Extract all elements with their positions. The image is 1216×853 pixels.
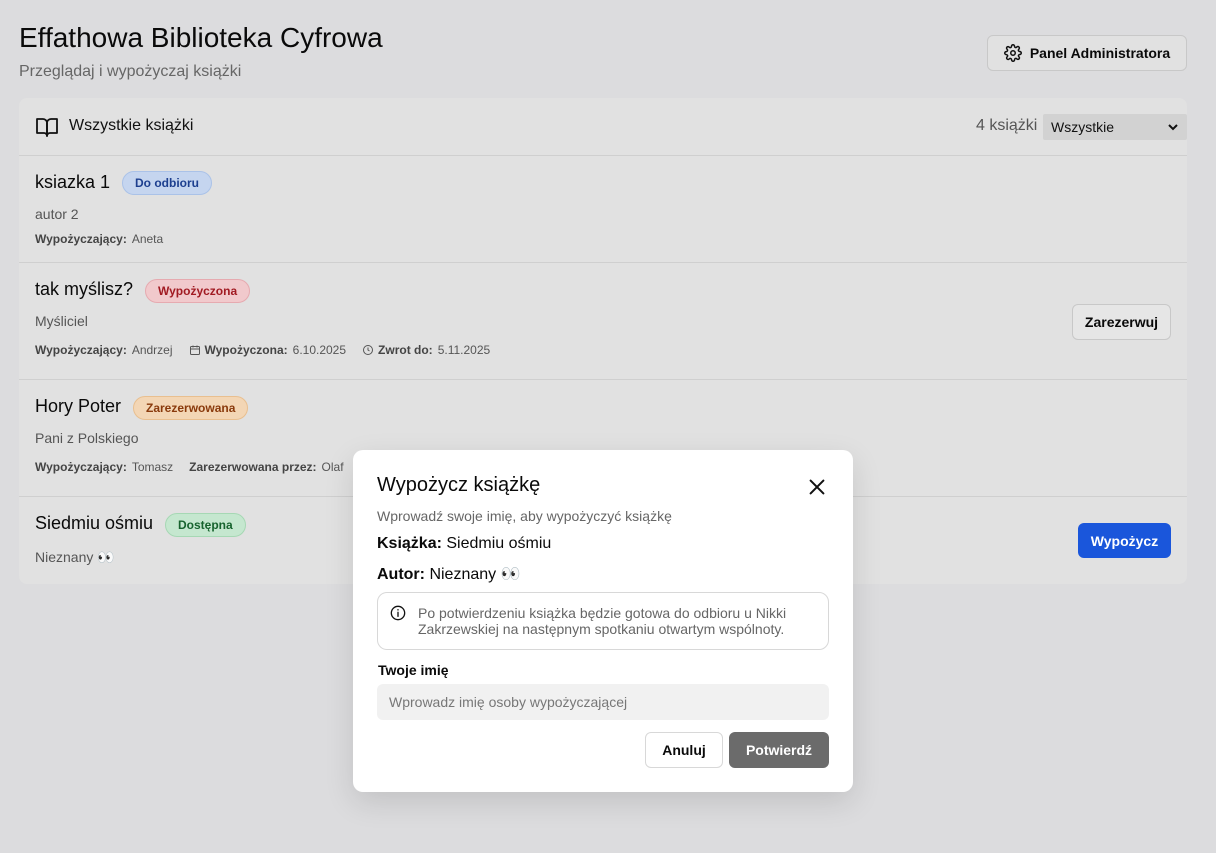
book-title: Hory Poter xyxy=(35,396,122,416)
book-author: Pani z Polskiego xyxy=(35,430,139,446)
borrow-dialog: Wypożycz książkę Wprowadź swoje imię, ab… xyxy=(353,450,853,792)
admin-panel-label: Panel Administratora xyxy=(1029,45,1171,61)
status-badge: Zarezerwowana xyxy=(133,396,249,420)
gear-icon xyxy=(1003,44,1022,62)
books-card-header: Wszystkie książki 4 książki Wszystkie xyxy=(19,98,1187,156)
dialog-description: Wprowadź swoje imię, aby wypożyczyć ksią… xyxy=(377,508,672,524)
page-subtitle: Przeglądaj i wypożyczaj książki xyxy=(19,63,242,80)
book-row: ksiazka 1 Do odbioru autor 2 Wypożyczają… xyxy=(19,156,1187,263)
admin-panel-button[interactable]: Panel Administratora xyxy=(987,35,1187,71)
book-meta: Wypożyczający: Aneta xyxy=(35,232,163,246)
status-filter-value: Wszystkie xyxy=(1051,119,1114,135)
books-count: 4 książki xyxy=(976,117,1038,134)
borrower-label: Wypożyczający: xyxy=(35,232,127,246)
status-badge: Dostępna xyxy=(165,513,246,537)
name-field-label: Twoje imię xyxy=(378,662,449,678)
borrower-label: Wypożyczający: xyxy=(35,460,127,474)
dialog-author: Autor: Nieznany 👀 xyxy=(377,564,521,584)
borrower-label: Wypożyczający: xyxy=(35,343,127,357)
book-meta: Wypożyczający: Tomasz Zarezerwowana prze… xyxy=(35,460,344,474)
borrowed-label: Wypożyczona: xyxy=(204,343,288,357)
dialog-book-value: Siedmiu ośmiu xyxy=(446,535,552,552)
reserve-button[interactable]: Zarezerwuj xyxy=(1072,304,1171,340)
book-author: Myśliciel xyxy=(35,313,88,329)
page-title: Effathowa Biblioteka Cyfrowa xyxy=(19,22,383,53)
book-row: tak myślisz? Wypożyczona Myśliciel Wypoż… xyxy=(19,263,1187,380)
dialog-book-label: Książka: xyxy=(377,535,442,552)
borrower-name: Andrzej xyxy=(131,343,173,357)
dialog-title: Wypożycz książkę xyxy=(377,474,541,496)
info-text: Po potwierdzeniu książka będzie gotowa d… xyxy=(418,605,787,637)
due-date: 5.11.2025 xyxy=(437,343,491,357)
reserved-by-name: Olaf xyxy=(321,460,344,474)
confirm-button[interactable]: Potwierdź xyxy=(729,732,829,768)
close-icon[interactable] xyxy=(806,476,828,498)
info-icon xyxy=(390,605,406,621)
dialog-book: Książka: Siedmiu ośmiu xyxy=(377,535,551,553)
due-label: Zwrot do: xyxy=(378,343,433,357)
book-author: autor 2 xyxy=(35,206,79,222)
borrower-name: Tomasz xyxy=(131,460,174,474)
status-badge: Do odbioru xyxy=(122,171,212,195)
calendar-icon xyxy=(189,345,200,355)
status-badge: Wypożyczona xyxy=(145,279,251,303)
book-title: Siedmiu ośmiu xyxy=(35,513,154,533)
books-list-title: Wszystkie książki xyxy=(69,117,194,134)
reserved-by-label: Zarezerwowana przez: xyxy=(189,460,317,474)
book-title: tak myślisz? xyxy=(35,279,134,299)
name-input[interactable] xyxy=(377,684,829,720)
book-meta: Wypożyczający: Andrzej Wypożyczona: 6.10… xyxy=(35,343,490,357)
info-alert: Po potwierdzeniu książka będzie gotowa d… xyxy=(377,592,829,650)
dialog-author-value: Nieznany 👀 xyxy=(429,566,521,583)
book-open-icon xyxy=(36,118,58,137)
borrowed-date: 6.10.2025 xyxy=(292,343,347,357)
borrower-name: Aneta xyxy=(131,232,164,246)
cancel-button[interactable]: Anuluj xyxy=(645,732,723,768)
borrow-button[interactable]: Wypożycz xyxy=(1078,523,1171,558)
status-filter-select[interactable]: Wszystkie xyxy=(1043,114,1187,140)
book-author: Nieznany 👀 xyxy=(35,549,115,565)
chevron-down-icon xyxy=(1168,124,1178,131)
dialog-author-label: Autor: xyxy=(377,566,425,583)
clock-icon xyxy=(363,345,374,355)
book-title: ksiazka 1 xyxy=(35,172,111,192)
